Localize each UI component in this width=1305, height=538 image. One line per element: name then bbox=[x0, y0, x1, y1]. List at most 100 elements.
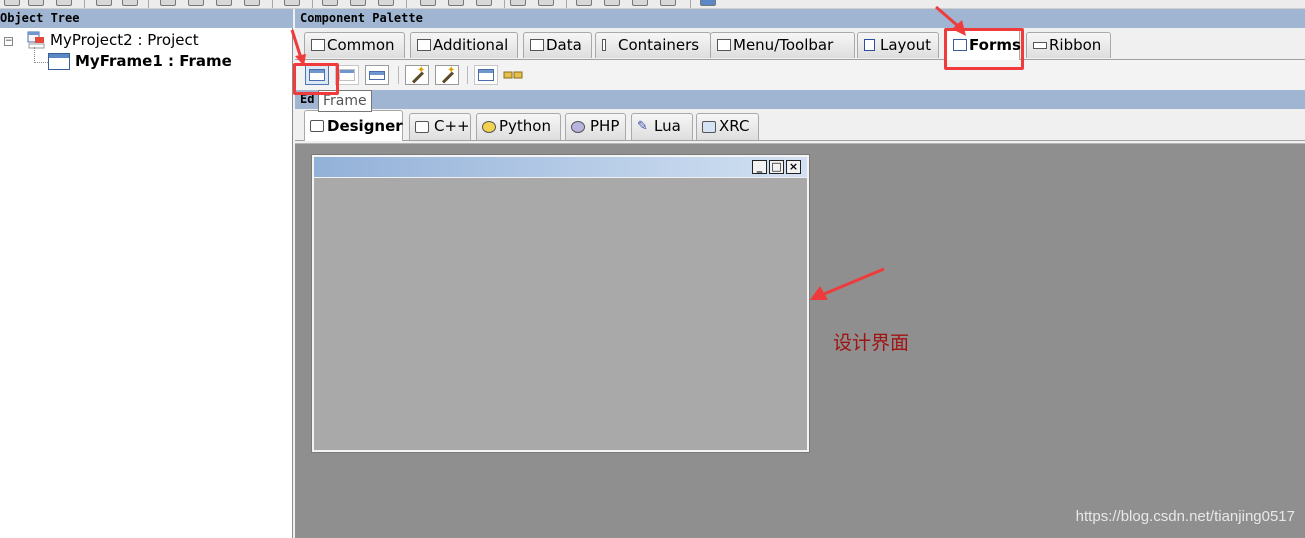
watermark: https://blog.csdn.net/tianjing0517 bbox=[1075, 508, 1295, 525]
dialog-icon bbox=[369, 71, 385, 80]
designer-icon bbox=[310, 120, 324, 132]
menubar-tool-button[interactable] bbox=[474, 65, 498, 85]
frame-icon bbox=[48, 53, 70, 70]
panel-icon bbox=[339, 69, 355, 81]
tree-connector bbox=[34, 62, 48, 63]
align-top-icon[interactable] bbox=[420, 0, 436, 6]
dialog-tool-button[interactable] bbox=[365, 65, 389, 85]
tab-label: PHP bbox=[590, 117, 620, 135]
expand-icon[interactable] bbox=[510, 0, 526, 6]
wizard-wand-icon bbox=[409, 65, 425, 81]
help-icon[interactable] bbox=[700, 0, 716, 6]
border-left-icon[interactable] bbox=[576, 0, 592, 6]
maximize-icon[interactable]: □ bbox=[769, 160, 784, 174]
border-bottom-icon[interactable] bbox=[660, 0, 676, 6]
php-icon bbox=[571, 121, 585, 133]
tab-containers[interactable]: Containers bbox=[595, 32, 711, 58]
wizard-tool-button[interactable] bbox=[405, 65, 429, 85]
tab-label: Lua bbox=[654, 117, 681, 135]
minimize-icon[interactable]: _ bbox=[752, 160, 767, 174]
open-project-icon[interactable] bbox=[28, 0, 44, 6]
annotation-arrow-icon bbox=[290, 29, 306, 66]
menu-icon bbox=[717, 39, 731, 51]
tree-connector bbox=[34, 47, 35, 63]
toolbar-separator bbox=[312, 0, 313, 8]
tab-ribbon[interactable]: Ribbon bbox=[1026, 32, 1111, 58]
toolbar-tool-button[interactable] bbox=[502, 65, 526, 85]
tab-label: C++ bbox=[434, 117, 470, 135]
toolbar-icon bbox=[503, 71, 523, 79]
tab-label: Python bbox=[499, 117, 551, 135]
copy-icon[interactable] bbox=[188, 0, 204, 6]
wizard-page-tool-button[interactable] bbox=[435, 65, 459, 85]
toolbar-separator bbox=[504, 0, 505, 8]
xrc-icon bbox=[702, 121, 716, 133]
object-tree-title: Object Tree bbox=[0, 9, 293, 28]
border-top-icon[interactable] bbox=[632, 0, 648, 6]
tab-label: Designer bbox=[327, 117, 403, 135]
align-bottom-icon[interactable] bbox=[476, 0, 492, 6]
layout-icon bbox=[864, 39, 875, 51]
project-icon bbox=[27, 31, 45, 49]
tab-data[interactable]: Data bbox=[523, 32, 592, 58]
tab-common[interactable]: Common bbox=[304, 32, 405, 58]
component-palette: Component Palette Common Additional Data… bbox=[295, 9, 1305, 90]
menubar-icon bbox=[478, 69, 494, 81]
align-middle-icon[interactable] bbox=[448, 0, 464, 6]
cut-icon[interactable] bbox=[160, 0, 176, 6]
tab-menu-toolbar[interactable]: Menu/Toolbar bbox=[710, 32, 855, 58]
designer-frame-canvas[interactable]: _ □ × bbox=[311, 154, 810, 453]
frame-titlebar: _ □ × bbox=[314, 157, 807, 178]
container-icon bbox=[602, 39, 606, 51]
tab-additional[interactable]: Additional bbox=[410, 32, 518, 58]
tab-label: Ribbon bbox=[1049, 36, 1102, 54]
undo-icon[interactable] bbox=[96, 0, 112, 6]
tab-php[interactable]: PHP bbox=[565, 113, 626, 140]
tab-xrc[interactable]: XRC bbox=[696, 113, 759, 140]
ribbon-icon bbox=[1033, 42, 1047, 49]
lua-icon: ✎ bbox=[637, 119, 648, 134]
delete-icon[interactable] bbox=[244, 0, 260, 6]
main-toolbar bbox=[0, 0, 1305, 9]
collapse-icon[interactable]: − bbox=[4, 37, 13, 46]
align-left-icon[interactable] bbox=[322, 0, 338, 6]
component-palette-title: Component Palette bbox=[295, 9, 1305, 28]
editor-tab-bar: Designer C++ Python PHP ✎ Lua XRC bbox=[295, 109, 1305, 141]
align-right-icon[interactable] bbox=[378, 0, 394, 6]
align-center-icon[interactable] bbox=[350, 0, 366, 6]
toolbar-separator bbox=[272, 0, 273, 8]
tab-designer[interactable]: Designer bbox=[304, 110, 403, 141]
tab-cpp[interactable]: C++ bbox=[409, 113, 471, 140]
border-right-icon[interactable] bbox=[604, 0, 620, 6]
grid-icon bbox=[530, 39, 544, 51]
toolbar-separator bbox=[84, 0, 85, 8]
editor-tab-strip bbox=[295, 141, 1305, 144]
new-project-icon[interactable] bbox=[4, 0, 20, 6]
close-icon[interactable]: × bbox=[786, 160, 801, 174]
object-tree-panel: Object Tree − MyProject2 : Project MyFra… bbox=[0, 9, 293, 538]
palette-tools bbox=[295, 60, 1305, 90]
toolbar-separator bbox=[148, 0, 149, 8]
redo-icon[interactable] bbox=[122, 0, 138, 6]
paste-icon[interactable] bbox=[216, 0, 232, 6]
frame-body[interactable] bbox=[314, 179, 807, 450]
tree-item-frame[interactable]: MyFrame1 : Frame bbox=[75, 51, 232, 71]
save-project-icon[interactable] bbox=[56, 0, 72, 6]
tab-label: Common bbox=[327, 36, 395, 54]
tree-item-project[interactable]: MyProject2 : Project bbox=[50, 30, 199, 50]
tool-separator bbox=[398, 66, 399, 84]
tab-label: Containers bbox=[618, 36, 700, 54]
toolbar-separator bbox=[690, 0, 691, 8]
editor-title: Ed bbox=[295, 90, 1305, 109]
tab-label: Data bbox=[546, 36, 582, 54]
wizard-page-wand-icon bbox=[439, 65, 455, 81]
tab-lua[interactable]: ✎ Lua bbox=[631, 113, 693, 140]
tab-layout[interactable]: Layout bbox=[857, 32, 939, 58]
toolbar-separator bbox=[566, 0, 567, 8]
settings-icon[interactable] bbox=[284, 0, 300, 6]
annotation-arrow-icon bbox=[935, 5, 966, 36]
stretch-icon[interactable] bbox=[538, 0, 554, 6]
tab-python[interactable]: Python bbox=[476, 113, 561, 140]
annotation-arrow-icon bbox=[810, 267, 885, 300]
additional-icon bbox=[417, 39, 431, 51]
